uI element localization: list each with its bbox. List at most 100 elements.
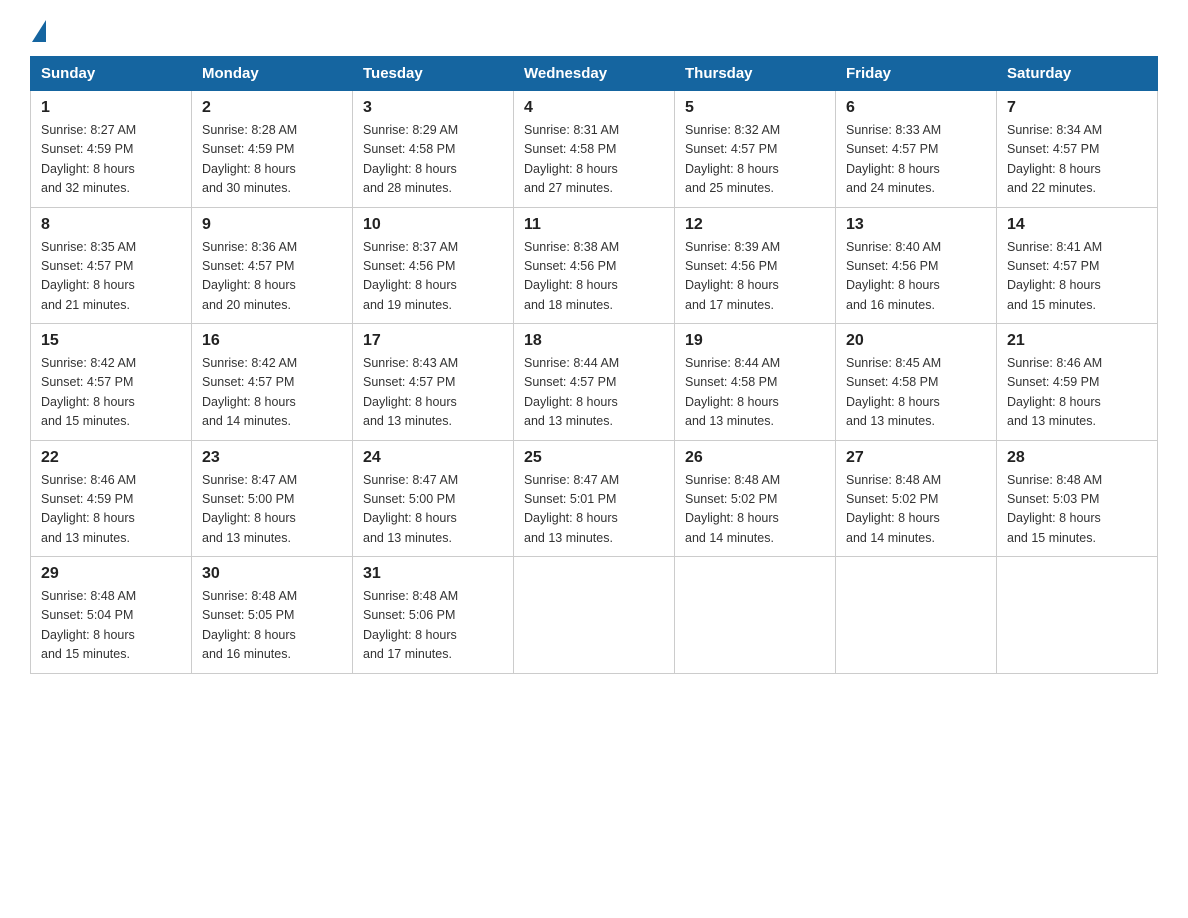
day-info: Sunrise: 8:46 AM Sunset: 4:59 PM Dayligh… <box>41 471 181 549</box>
day-number: 20 <box>846 332 986 350</box>
calendar-cell: 8 Sunrise: 8:35 AM Sunset: 4:57 PM Dayli… <box>31 207 192 324</box>
calendar-cell: 6 Sunrise: 8:33 AM Sunset: 4:57 PM Dayli… <box>836 91 997 208</box>
logo-triangle-icon <box>32 20 46 42</box>
day-number: 30 <box>202 565 342 583</box>
day-number: 29 <box>41 565 181 583</box>
calendar-cell: 1 Sunrise: 8:27 AM Sunset: 4:59 PM Dayli… <box>31 91 192 208</box>
day-info: Sunrise: 8:31 AM Sunset: 4:58 PM Dayligh… <box>524 121 664 199</box>
calendar-cell: 15 Sunrise: 8:42 AM Sunset: 4:57 PM Dayl… <box>31 324 192 441</box>
calendar-cell: 5 Sunrise: 8:32 AM Sunset: 4:57 PM Dayli… <box>675 91 836 208</box>
day-number: 26 <box>685 449 825 467</box>
day-info: Sunrise: 8:44 AM Sunset: 4:58 PM Dayligh… <box>685 354 825 432</box>
day-number: 25 <box>524 449 664 467</box>
calendar-cell: 27 Sunrise: 8:48 AM Sunset: 5:02 PM Dayl… <box>836 440 997 557</box>
day-number: 17 <box>363 332 503 350</box>
header-monday: Monday <box>192 57 353 91</box>
calendar-table: SundayMondayTuesdayWednesdayThursdayFrid… <box>30 56 1158 674</box>
header-wednesday: Wednesday <box>514 57 675 91</box>
day-info: Sunrise: 8:40 AM Sunset: 4:56 PM Dayligh… <box>846 238 986 316</box>
day-number: 9 <box>202 216 342 234</box>
day-info: Sunrise: 8:35 AM Sunset: 4:57 PM Dayligh… <box>41 238 181 316</box>
day-info: Sunrise: 8:33 AM Sunset: 4:57 PM Dayligh… <box>846 121 986 199</box>
calendar-cell: 7 Sunrise: 8:34 AM Sunset: 4:57 PM Dayli… <box>997 91 1158 208</box>
calendar-cell: 12 Sunrise: 8:39 AM Sunset: 4:56 PM Dayl… <box>675 207 836 324</box>
day-number: 6 <box>846 99 986 117</box>
calendar-cell: 4 Sunrise: 8:31 AM Sunset: 4:58 PM Dayli… <box>514 91 675 208</box>
day-number: 4 <box>524 99 664 117</box>
header-thursday: Thursday <box>675 57 836 91</box>
day-number: 15 <box>41 332 181 350</box>
calendar-cell <box>836 557 997 674</box>
day-info: Sunrise: 8:48 AM Sunset: 5:03 PM Dayligh… <box>1007 471 1147 549</box>
day-info: Sunrise: 8:38 AM Sunset: 4:56 PM Dayligh… <box>524 238 664 316</box>
header-friday: Friday <box>836 57 997 91</box>
week-row-5: 29 Sunrise: 8:48 AM Sunset: 5:04 PM Dayl… <box>31 557 1158 674</box>
week-row-2: 8 Sunrise: 8:35 AM Sunset: 4:57 PM Dayli… <box>31 207 1158 324</box>
day-info: Sunrise: 8:48 AM Sunset: 5:04 PM Dayligh… <box>41 587 181 665</box>
calendar-cell: 21 Sunrise: 8:46 AM Sunset: 4:59 PM Dayl… <box>997 324 1158 441</box>
day-info: Sunrise: 8:39 AM Sunset: 4:56 PM Dayligh… <box>685 238 825 316</box>
day-info: Sunrise: 8:48 AM Sunset: 5:05 PM Dayligh… <box>202 587 342 665</box>
day-number: 1 <box>41 99 181 117</box>
calendar-cell <box>675 557 836 674</box>
calendar-cell: 26 Sunrise: 8:48 AM Sunset: 5:02 PM Dayl… <box>675 440 836 557</box>
calendar-cell: 29 Sunrise: 8:48 AM Sunset: 5:04 PM Dayl… <box>31 557 192 674</box>
header-saturday: Saturday <box>997 57 1158 91</box>
day-info: Sunrise: 8:44 AM Sunset: 4:57 PM Dayligh… <box>524 354 664 432</box>
calendar-cell <box>997 557 1158 674</box>
day-number: 7 <box>1007 99 1147 117</box>
day-info: Sunrise: 8:47 AM Sunset: 5:00 PM Dayligh… <box>363 471 503 549</box>
calendar-cell: 17 Sunrise: 8:43 AM Sunset: 4:57 PM Dayl… <box>353 324 514 441</box>
day-number: 2 <box>202 99 342 117</box>
calendar-cell: 18 Sunrise: 8:44 AM Sunset: 4:57 PM Dayl… <box>514 324 675 441</box>
day-number: 8 <box>41 216 181 234</box>
page-header <box>30 20 1158 36</box>
day-number: 10 <box>363 216 503 234</box>
calendar-cell: 23 Sunrise: 8:47 AM Sunset: 5:00 PM Dayl… <box>192 440 353 557</box>
calendar-cell: 9 Sunrise: 8:36 AM Sunset: 4:57 PM Dayli… <box>192 207 353 324</box>
day-info: Sunrise: 8:28 AM Sunset: 4:59 PM Dayligh… <box>202 121 342 199</box>
day-info: Sunrise: 8:36 AM Sunset: 4:57 PM Dayligh… <box>202 238 342 316</box>
day-number: 12 <box>685 216 825 234</box>
calendar-cell: 31 Sunrise: 8:48 AM Sunset: 5:06 PM Dayl… <box>353 557 514 674</box>
calendar-cell: 10 Sunrise: 8:37 AM Sunset: 4:56 PM Dayl… <box>353 207 514 324</box>
day-info: Sunrise: 8:48 AM Sunset: 5:02 PM Dayligh… <box>846 471 986 549</box>
day-info: Sunrise: 8:34 AM Sunset: 4:57 PM Dayligh… <box>1007 121 1147 199</box>
day-info: Sunrise: 8:46 AM Sunset: 4:59 PM Dayligh… <box>1007 354 1147 432</box>
day-info: Sunrise: 8:48 AM Sunset: 5:02 PM Dayligh… <box>685 471 825 549</box>
calendar-cell: 30 Sunrise: 8:48 AM Sunset: 5:05 PM Dayl… <box>192 557 353 674</box>
day-number: 24 <box>363 449 503 467</box>
calendar-cell: 25 Sunrise: 8:47 AM Sunset: 5:01 PM Dayl… <box>514 440 675 557</box>
calendar-cell: 16 Sunrise: 8:42 AM Sunset: 4:57 PM Dayl… <box>192 324 353 441</box>
day-info: Sunrise: 8:43 AM Sunset: 4:57 PM Dayligh… <box>363 354 503 432</box>
week-row-3: 15 Sunrise: 8:42 AM Sunset: 4:57 PM Dayl… <box>31 324 1158 441</box>
calendar-cell: 3 Sunrise: 8:29 AM Sunset: 4:58 PM Dayli… <box>353 91 514 208</box>
calendar-cell: 19 Sunrise: 8:44 AM Sunset: 4:58 PM Dayl… <box>675 324 836 441</box>
day-number: 13 <box>846 216 986 234</box>
day-number: 19 <box>685 332 825 350</box>
day-number: 31 <box>363 565 503 583</box>
calendar-cell: 24 Sunrise: 8:47 AM Sunset: 5:00 PM Dayl… <box>353 440 514 557</box>
day-number: 21 <box>1007 332 1147 350</box>
day-number: 14 <box>1007 216 1147 234</box>
day-number: 22 <box>41 449 181 467</box>
header-sunday: Sunday <box>31 57 192 91</box>
header-tuesday: Tuesday <box>353 57 514 91</box>
calendar-cell: 13 Sunrise: 8:40 AM Sunset: 4:56 PM Dayl… <box>836 207 997 324</box>
day-info: Sunrise: 8:41 AM Sunset: 4:57 PM Dayligh… <box>1007 238 1147 316</box>
day-number: 27 <box>846 449 986 467</box>
week-row-4: 22 Sunrise: 8:46 AM Sunset: 4:59 PM Dayl… <box>31 440 1158 557</box>
calendar-cell: 11 Sunrise: 8:38 AM Sunset: 4:56 PM Dayl… <box>514 207 675 324</box>
day-number: 23 <box>202 449 342 467</box>
day-info: Sunrise: 8:42 AM Sunset: 4:57 PM Dayligh… <box>202 354 342 432</box>
day-number: 5 <box>685 99 825 117</box>
day-info: Sunrise: 8:47 AM Sunset: 5:00 PM Dayligh… <box>202 471 342 549</box>
day-info: Sunrise: 8:45 AM Sunset: 4:58 PM Dayligh… <box>846 354 986 432</box>
day-number: 3 <box>363 99 503 117</box>
calendar-cell <box>514 557 675 674</box>
day-number: 28 <box>1007 449 1147 467</box>
calendar-cell: 28 Sunrise: 8:48 AM Sunset: 5:03 PM Dayl… <box>997 440 1158 557</box>
calendar-cell: 22 Sunrise: 8:46 AM Sunset: 4:59 PM Dayl… <box>31 440 192 557</box>
day-info: Sunrise: 8:29 AM Sunset: 4:58 PM Dayligh… <box>363 121 503 199</box>
logo <box>30 20 46 36</box>
